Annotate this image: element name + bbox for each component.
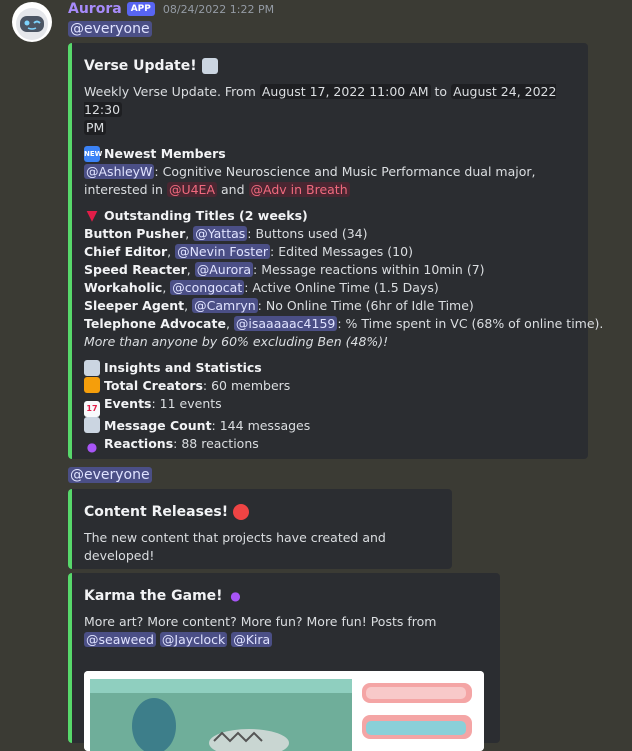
stat-label: Message Count — [104, 418, 212, 433]
user-mention[interactable]: @congocat — [170, 280, 245, 295]
stat-value: : 144 messages — [211, 418, 311, 433]
title-name: Chief Editor — [84, 244, 168, 259]
insights-title: Insights and Statistics — [104, 360, 262, 375]
title-row: Telephone Advocate, @isaaaaac4159: % Tim… — [84, 316, 604, 331]
stat-value: : 11 events — [151, 396, 222, 411]
embed-title: Verse Update! — [84, 55, 576, 77]
everyone-mention[interactable]: @everyone — [68, 467, 152, 483]
stat-row: Total Creators: 60 members — [84, 377, 576, 395]
newest-members-heading: NEW Newest Members — [84, 145, 576, 163]
title-desc: : Edited Messages (10) — [270, 244, 413, 259]
intro-text: Weekly Verse Update. From — [84, 84, 256, 99]
username[interactable]: Aurora — [68, 1, 122, 17]
verse-update-title: Verse Update! — [84, 58, 197, 74]
title-row: Workaholic, @congocat: Active Online Tim… — [84, 280, 439, 295]
timestamp[interactable]: 08/24/2022 1:22 PM — [163, 3, 274, 16]
title-name: Workaholic — [84, 280, 163, 295]
user-mention[interactable]: @Nevin Foster — [175, 244, 271, 259]
and-word: and — [220, 182, 245, 197]
calendar-icon: 17 — [84, 401, 100, 417]
content-releases-desc: The new content that projects have creat… — [84, 530, 386, 563]
karma-desc-text: More art? More content? More fun? More f… — [84, 614, 437, 629]
title-row: Sleeper Agent, @Camryn: No Online Time (… — [84, 298, 474, 313]
insights-heading: Insights and Statistics — [84, 359, 576, 377]
stat-row: ● Reactions: 88 reactions — [84, 435, 576, 455]
user-mention[interactable]: @isaaaaac4159 — [233, 316, 338, 331]
newspaper-icon — [201, 58, 218, 74]
title-name: Button Pusher — [84, 226, 186, 241]
newest-members-title: Newest Members — [104, 146, 226, 161]
necktie-icon: ▼ — [86, 208, 98, 224]
verse-update-embed: Verse Update! Weekly Verse Update. From … — [68, 43, 604, 459]
title-desc: : Buttons used (34) — [247, 226, 368, 241]
embed-title: Content Releases! — [84, 501, 440, 523]
karma-game-desc: More art? More content? More fun? More f… — [84, 613, 488, 649]
user-mention[interactable]: @seaweed — [84, 632, 156, 647]
message-header: Aurora APP 08/24/2022 1:22 PM — [68, 0, 274, 18]
user-mention[interactable]: @Yattas — [193, 226, 248, 241]
user-mention[interactable]: @Camryn — [192, 298, 258, 313]
embed-description: Weekly Verse Update. From August 17, 202… — [84, 83, 604, 455]
role-mention[interactable]: @Adv in Breath — [248, 182, 350, 197]
user-mention[interactable]: @Kira — [231, 632, 273, 647]
title-name: Sleeper Agent — [84, 298, 185, 313]
title-name: Telephone Advocate — [84, 316, 226, 331]
user-mention[interactable]: @AshleyW — [84, 164, 155, 179]
title-name: Speed Reacter — [84, 262, 187, 277]
title-row: Chief Editor, @Nevin Foster: Edited Mess… — [84, 244, 413, 259]
user-mention[interactable]: @Aurora — [194, 262, 254, 277]
newest-text: : Cognitive Neuroscience and Music Perfo… — [154, 164, 536, 179]
title-desc: : Active Online Time (1.5 Days) — [244, 280, 439, 295]
game-preview-image[interactable] — [84, 671, 484, 751]
title-desc: : No Online Time (6hr of Idle Time) — [257, 298, 474, 313]
intro-line: Weekly Verse Update. From August 17, 202… — [84, 83, 576, 119]
stat-value: : 88 reactions — [173, 436, 259, 451]
content-releases-title: Content Releases! — [84, 504, 229, 520]
content-releases-embed: Content Releases! The new content that p… — [68, 489, 452, 569]
title-row: Button Pusher, @Yattas: Buttons used (34… — [84, 226, 368, 241]
role-mention[interactable]: @U4EA — [166, 182, 217, 197]
theater-masks-icon: ● — [86, 440, 98, 454]
everyone-mention-2: @everyone — [68, 465, 152, 485]
dancers-icon — [84, 377, 100, 393]
title-row: Speed Reacter, @Aurora: Message reaction… — [84, 262, 485, 277]
outstanding-titles-title: Outstanding Titles (2 weeks) — [104, 208, 308, 223]
newest-member-line: @AshleyW: Cognitive Neuroscience and Mus… — [84, 163, 576, 181]
title-desc: : Message reactions within 10min (7) — [253, 262, 485, 277]
stat-row: Message Count: 144 messages — [84, 417, 576, 435]
theater-masks-icon: ● — [230, 589, 241, 603]
app-badge: APP — [126, 2, 155, 16]
to-word: to — [434, 84, 448, 99]
italic-note: More than anyone by 60% excluding Ben (4… — [84, 334, 389, 349]
title-desc: : % Time spent in VC (68% of online time… — [337, 316, 604, 331]
embed-title: Karma the Game! ● — [84, 585, 488, 607]
everyone-mention[interactable]: @everyone — [68, 21, 152, 37]
stat-row: 17 Events: 11 events — [84, 395, 576, 417]
user-mention[interactable]: @Jayclock — [159, 632, 228, 647]
stat-label: Total Creators — [104, 378, 203, 393]
karma-game-title: Karma the Game! — [84, 588, 223, 604]
from-date: August 17, 2022 11:00 AM — [259, 84, 431, 99]
new-icon: NEW — [84, 146, 102, 162]
bot-avatar[interactable] — [12, 2, 52, 42]
stat-label: Reactions — [104, 436, 174, 451]
target-icon — [233, 504, 250, 520]
stat-value: : 60 members — [202, 378, 291, 393]
bar-chart-icon — [84, 360, 100, 376]
interested-text: interested in — [84, 182, 163, 197]
stat-label: Events — [104, 396, 152, 411]
outstanding-titles-heading: ▼ Outstanding Titles (2 weeks) — [84, 207, 576, 225]
everyone-mention-1: @everyone — [68, 19, 152, 39]
to-date-pm: PM — [84, 120, 107, 135]
bar-chart-icon — [84, 417, 100, 433]
